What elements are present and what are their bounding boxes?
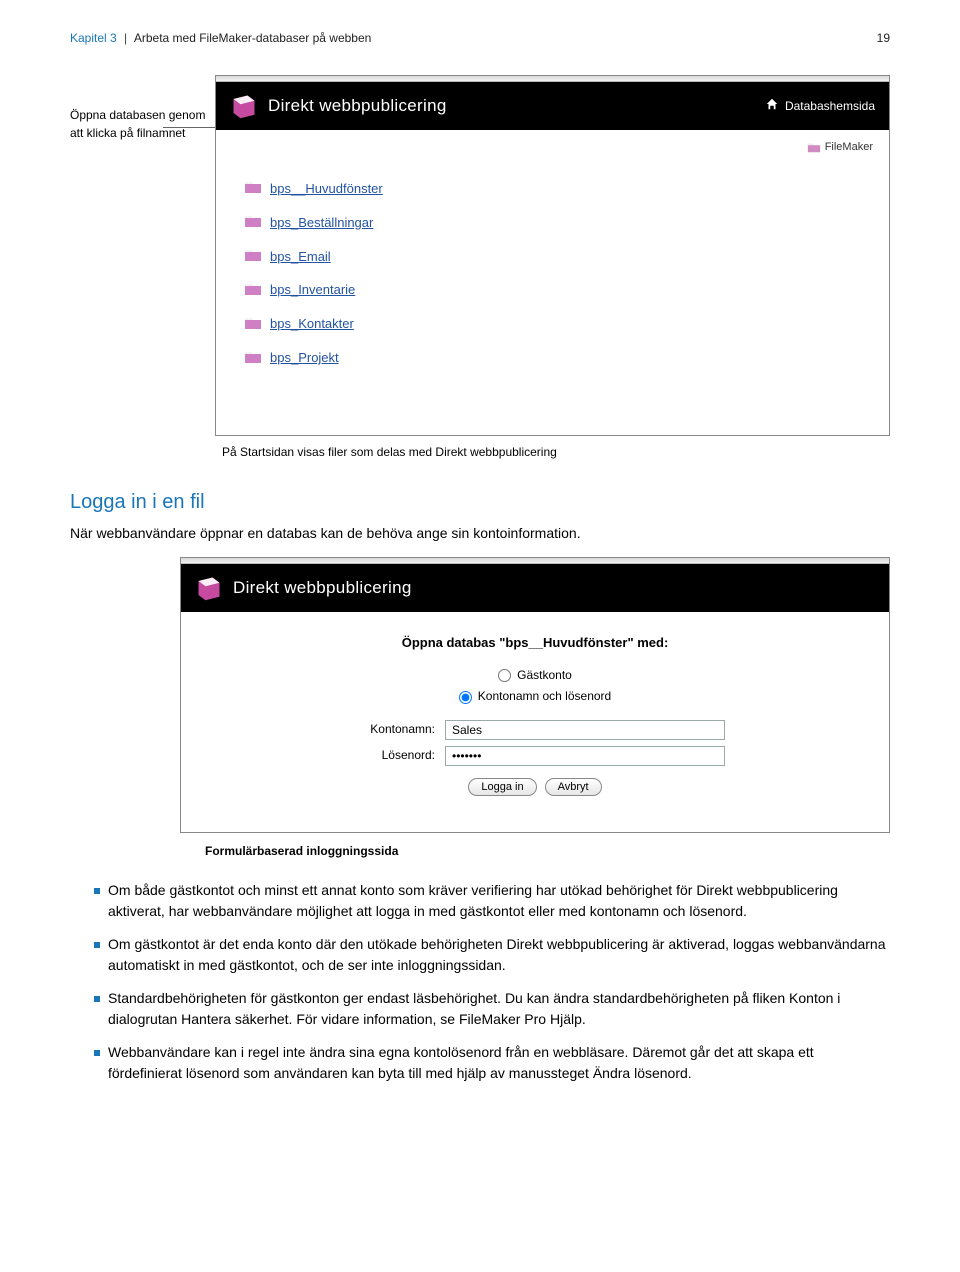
db-link[interactable]: bps_Inventarie: [244, 274, 861, 308]
folder-icon: [244, 280, 262, 302]
page-number: 19: [877, 30, 890, 47]
password-input[interactable]: [445, 746, 725, 766]
folder-icon: [244, 246, 262, 268]
username-input[interactable]: [445, 720, 725, 740]
db-link[interactable]: bps_Kontakter: [244, 308, 861, 342]
browser-window: Direkt webbpublicering Öppna databas "bp…: [180, 557, 890, 833]
radio-guest-label: Gästkonto: [517, 667, 572, 684]
app-header: Direkt webbpublicering: [181, 564, 889, 612]
db-link[interactable]: bps_Projekt: [244, 342, 861, 376]
running-header: Kapitel 3 | Arbeta med FileMaker-databas…: [70, 30, 890, 47]
home-icon: [765, 97, 779, 116]
password-label: Lösenord:: [345, 747, 435, 764]
chapter-label: Kapitel 3: [70, 31, 117, 45]
server-brand-label: FileMaker: [825, 140, 873, 160]
home-link-label: Databashemsida: [785, 98, 875, 115]
brand-title: Direkt webbpublicering: [233, 576, 412, 601]
db-link[interactable]: bps_Beställningar: [244, 206, 861, 240]
app-brand: Direkt webbpublicering: [195, 574, 412, 602]
db-name: bps__Huvudfönster: [270, 180, 383, 199]
server-brand-row: FileMaker: [216, 130, 889, 164]
login-title: Öppna databas "bps__Huvudfönster" med:: [217, 634, 853, 653]
section-intro: När webbanvändare öppnar en databas kan …: [70, 523, 890, 543]
chapter-title: Arbeta med FileMaker-databaser på webben: [134, 31, 371, 45]
section-heading: Logga in i en fil: [70, 488, 890, 517]
brand-title: Direkt webbpublicering: [268, 94, 447, 119]
folder-icon: [244, 178, 262, 200]
browser-window: Direkt webbpublicering Databashemsida Fi…: [215, 75, 890, 436]
figure-annotation: Öppna databasen genom att klicka på filn…: [70, 75, 215, 142]
list-item: Om gästkontot är det enda konto där den …: [94, 934, 890, 976]
login-mode-group: Gästkonto Kontonamn och lösenord: [217, 667, 853, 706]
folder-icon: [807, 140, 825, 160]
db-name: bps_Kontakter: [270, 315, 354, 334]
header-separator: |: [120, 31, 131, 45]
username-label: Kontonamn:: [345, 721, 435, 738]
list-item: Webbanvändare kan i regel inte ändra sin…: [94, 1042, 890, 1084]
app-header: Direkt webbpublicering Databashemsida: [216, 82, 889, 130]
filemaker-logo-icon: [230, 92, 258, 120]
radio-guest[interactable]: [498, 669, 511, 682]
folder-icon: [244, 348, 262, 370]
db-name: bps_Projekt: [270, 349, 339, 368]
cancel-button[interactable]: Avbryt: [545, 778, 602, 796]
db-link[interactable]: bps__Huvudfönster: [244, 172, 861, 206]
database-list: bps__Huvudfönster bps_Beställningar bps_…: [216, 164, 889, 435]
database-home-link[interactable]: Databashemsida: [765, 97, 875, 116]
list-item: Om både gästkontot och minst ett annat k…: [94, 880, 890, 922]
figure-caption-1: På Startsidan visas filer som delas med …: [222, 444, 890, 461]
app-brand: Direkt webbpublicering: [230, 92, 447, 120]
folder-icon: [244, 314, 262, 336]
login-button[interactable]: Logga in: [468, 778, 536, 796]
figure-start-page: Öppna databasen genom att klicka på filn…: [70, 75, 890, 436]
annotation-leader-line: [163, 127, 223, 128]
annotation-text: Öppna databasen genom att klicka på filn…: [70, 108, 205, 139]
radio-account-label: Kontonamn och lösenord: [478, 688, 611, 705]
login-form: Öppna databas "bps__Huvudfönster" med: G…: [181, 612, 889, 832]
figure-caption-2: Formulärbaserad inloggningssida: [205, 843, 890, 860]
db-link[interactable]: bps_Email: [244, 240, 861, 274]
folder-icon: [244, 212, 262, 234]
body-bullet-list: Om både gästkontot och minst ett annat k…: [76, 880, 890, 1084]
list-item: Standardbehörigheten för gästkonton ger …: [94, 988, 890, 1030]
db-name: bps_Inventarie: [270, 281, 355, 300]
radio-account[interactable]: [459, 691, 472, 704]
db-name: bps_Beställningar: [270, 214, 373, 233]
figure-login: Direkt webbpublicering Öppna databas "bp…: [180, 557, 890, 833]
filemaker-logo-icon: [195, 574, 223, 602]
db-name: bps_Email: [270, 248, 331, 267]
